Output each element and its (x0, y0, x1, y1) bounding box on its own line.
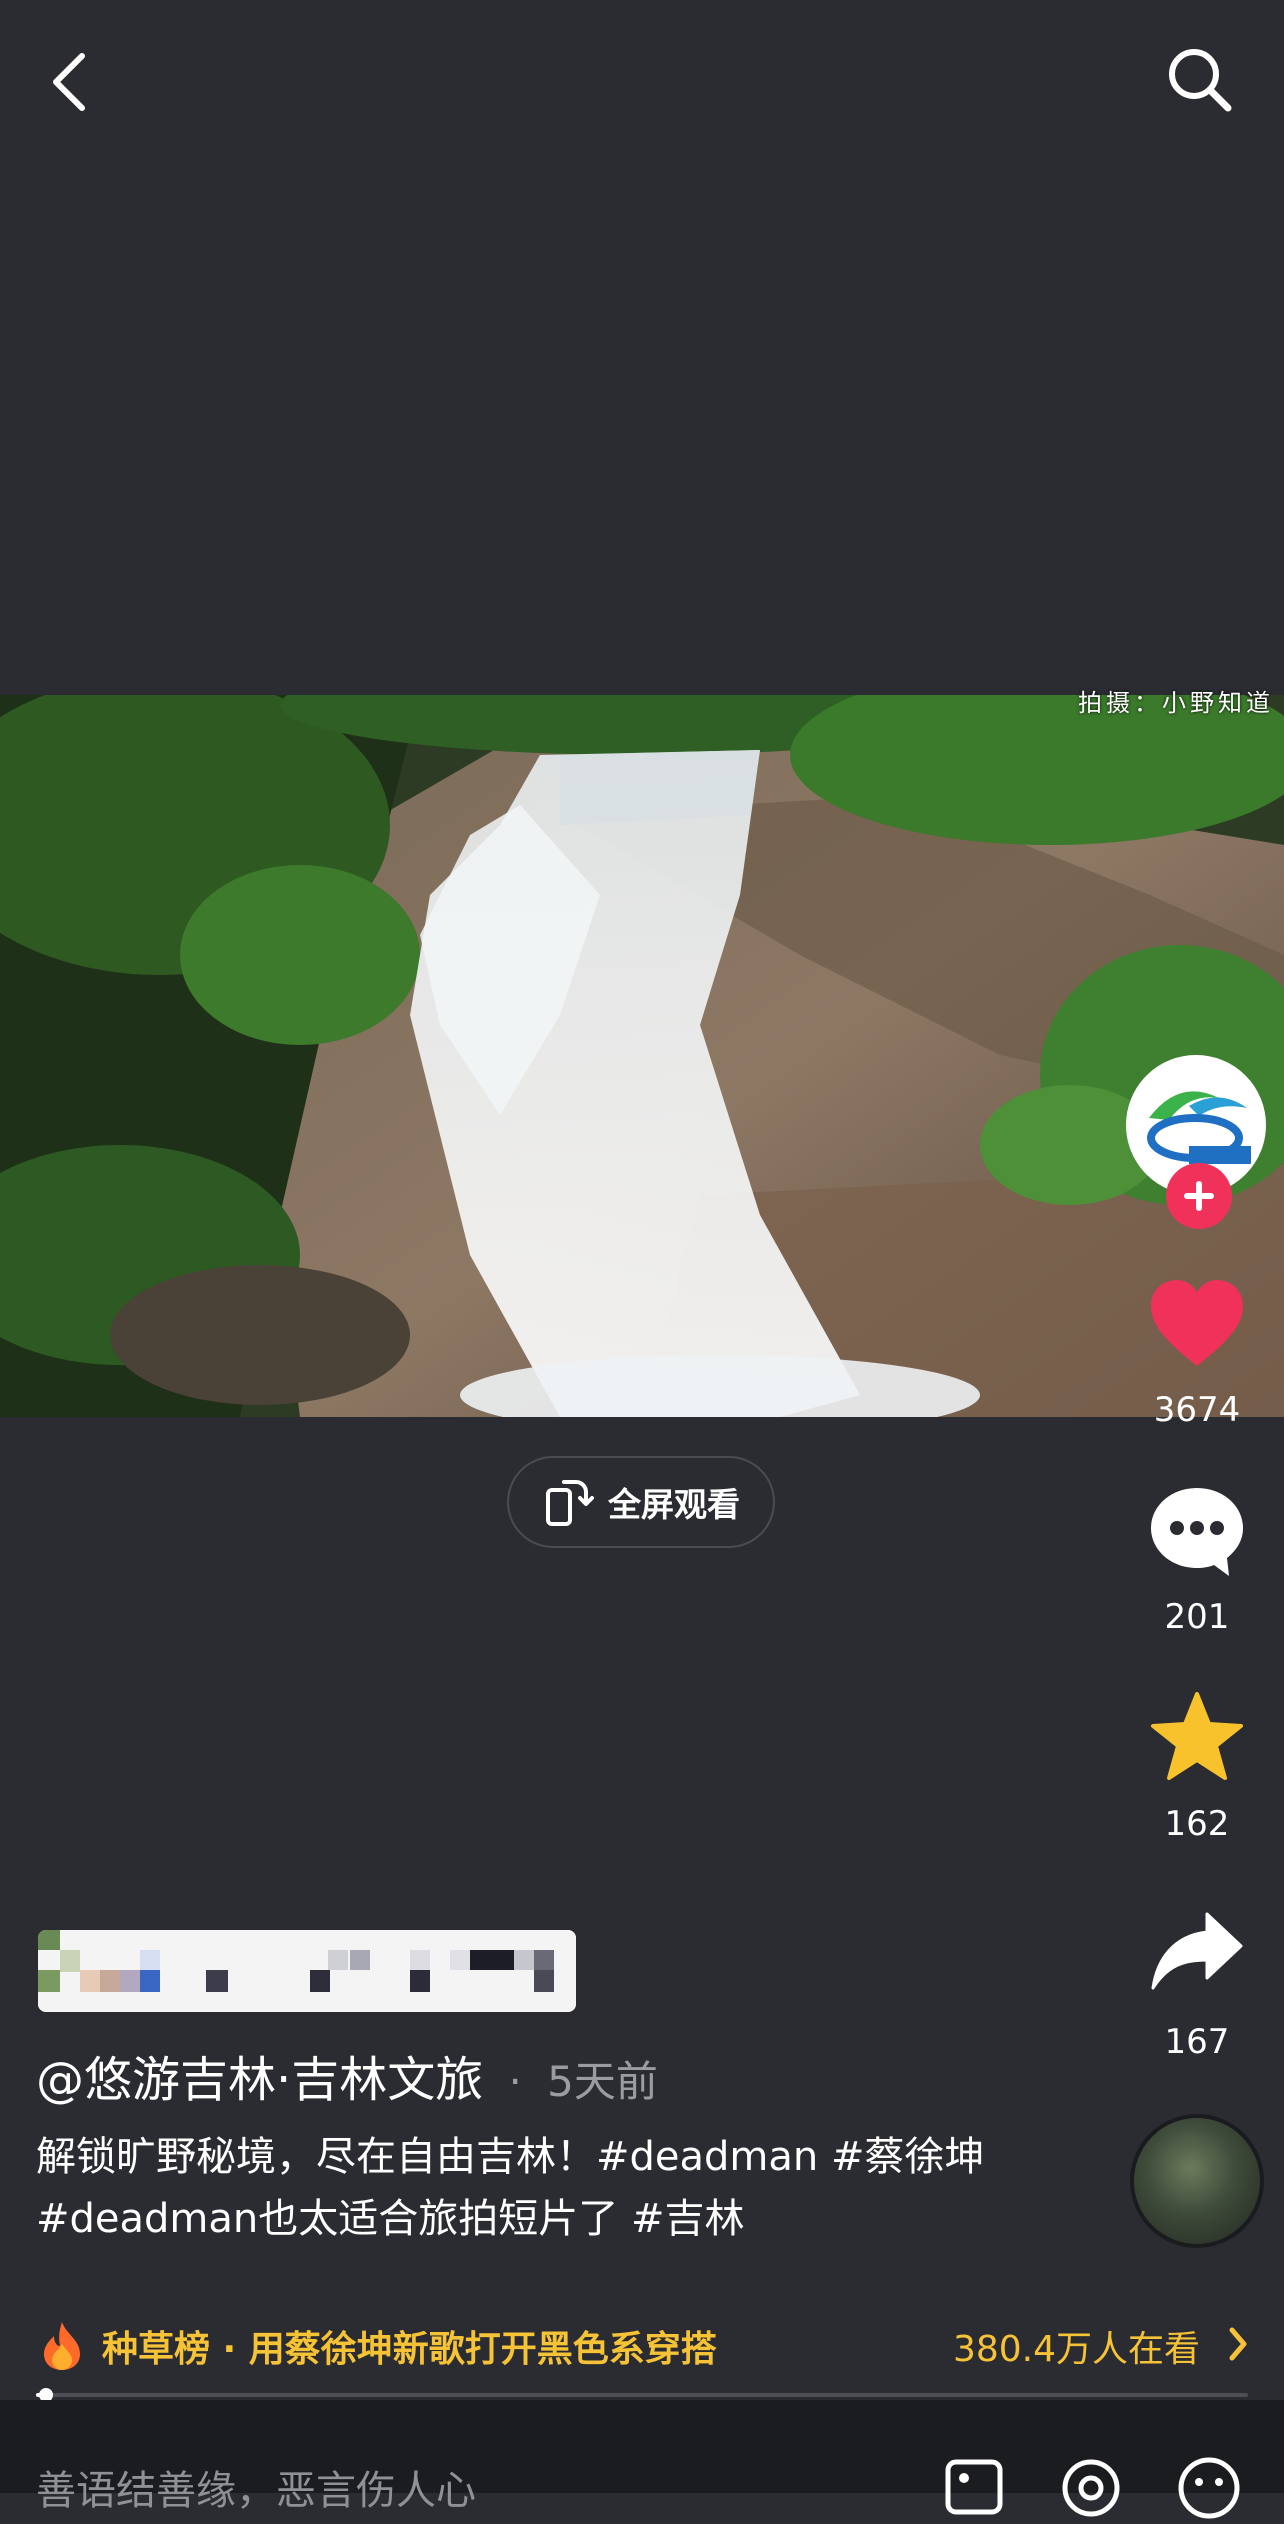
pixelated-banner (38, 1930, 576, 2012)
follow-button[interactable] (1166, 1163, 1232, 1229)
trending-bar[interactable]: 种草榜 · 用蔡徐坤新歌打开黑色系穿搭 380.4万人在看 (40, 2318, 1250, 2374)
heart-icon (1151, 1280, 1243, 1366)
author-name[interactable]: @悠游吉林·吉林文旅 (36, 2052, 483, 2108)
waterfall-video-frame (0, 695, 1284, 1417)
at-sign-icon (1062, 2459, 1120, 2517)
share-count: 167 (1164, 2022, 1230, 2062)
fire-icon (44, 2322, 80, 2370)
comment-bubble-icon (1151, 1488, 1243, 1576)
star-icon (1151, 1692, 1243, 1780)
like-count: 3674 (1153, 1390, 1241, 1430)
favorite-count: 162 (1164, 1804, 1230, 1844)
favorite-button[interactable] (1127, 1690, 1267, 1782)
post-time: 5天前 (547, 2057, 658, 2106)
share-arrow-icon (1151, 1912, 1243, 1990)
plus-icon (1184, 1181, 1214, 1211)
author-line: @悠游吉林·吉林文旅 · 5天前 (36, 2040, 658, 2110)
rotate-phone-icon (546, 1480, 594, 1526)
fullscreen-label: 全屏观看 (608, 1485, 740, 1524)
music-disc-avatar[interactable] (1130, 2114, 1264, 2248)
smiley-icon (1178, 2457, 1240, 2519)
video-progress-track[interactable] (36, 2393, 1248, 2397)
comment-count: 201 (1164, 1597, 1230, 1637)
trending-label: 种草榜 · 用蔡徐坤新歌打开黑色系穿搭 (102, 2329, 717, 2370)
chevron-left-icon (53, 53, 85, 111)
trending-viewers: 380.4万人在看 (952, 2329, 1200, 2370)
comment-button[interactable] (1127, 1484, 1267, 1580)
like-button[interactable] (1127, 1278, 1267, 1370)
image-icon (945, 2459, 1003, 2515)
image-picker-button[interactable] (940, 2450, 1010, 2520)
search-button[interactable] (1160, 40, 1240, 120)
chevron-right-icon (1229, 2327, 1247, 2361)
video-credit-watermark: 拍摄：小野知道 (1078, 689, 1274, 717)
comment-input[interactable]: 善语结善缘，恶言伤人心 (36, 2458, 476, 2516)
time-separator: · (508, 2057, 522, 2106)
share-button[interactable] (1127, 1910, 1267, 1992)
emoji-button[interactable] (1174, 2450, 1244, 2520)
back-button[interactable] (40, 40, 100, 120)
fullscreen-button[interactable]: 全屏观看 (507, 1456, 775, 1548)
pixelated-mosaic-image (38, 1930, 576, 2012)
mention-button[interactable] (1056, 2450, 1126, 2520)
post-caption[interactable]: 解锁旷野秘境，尽在自由吉林！#deadman #蔡徐坤 #deadman也太适合… (36, 2126, 1016, 2250)
search-icon (1169, 49, 1232, 112)
video-player[interactable] (0, 695, 1284, 1417)
